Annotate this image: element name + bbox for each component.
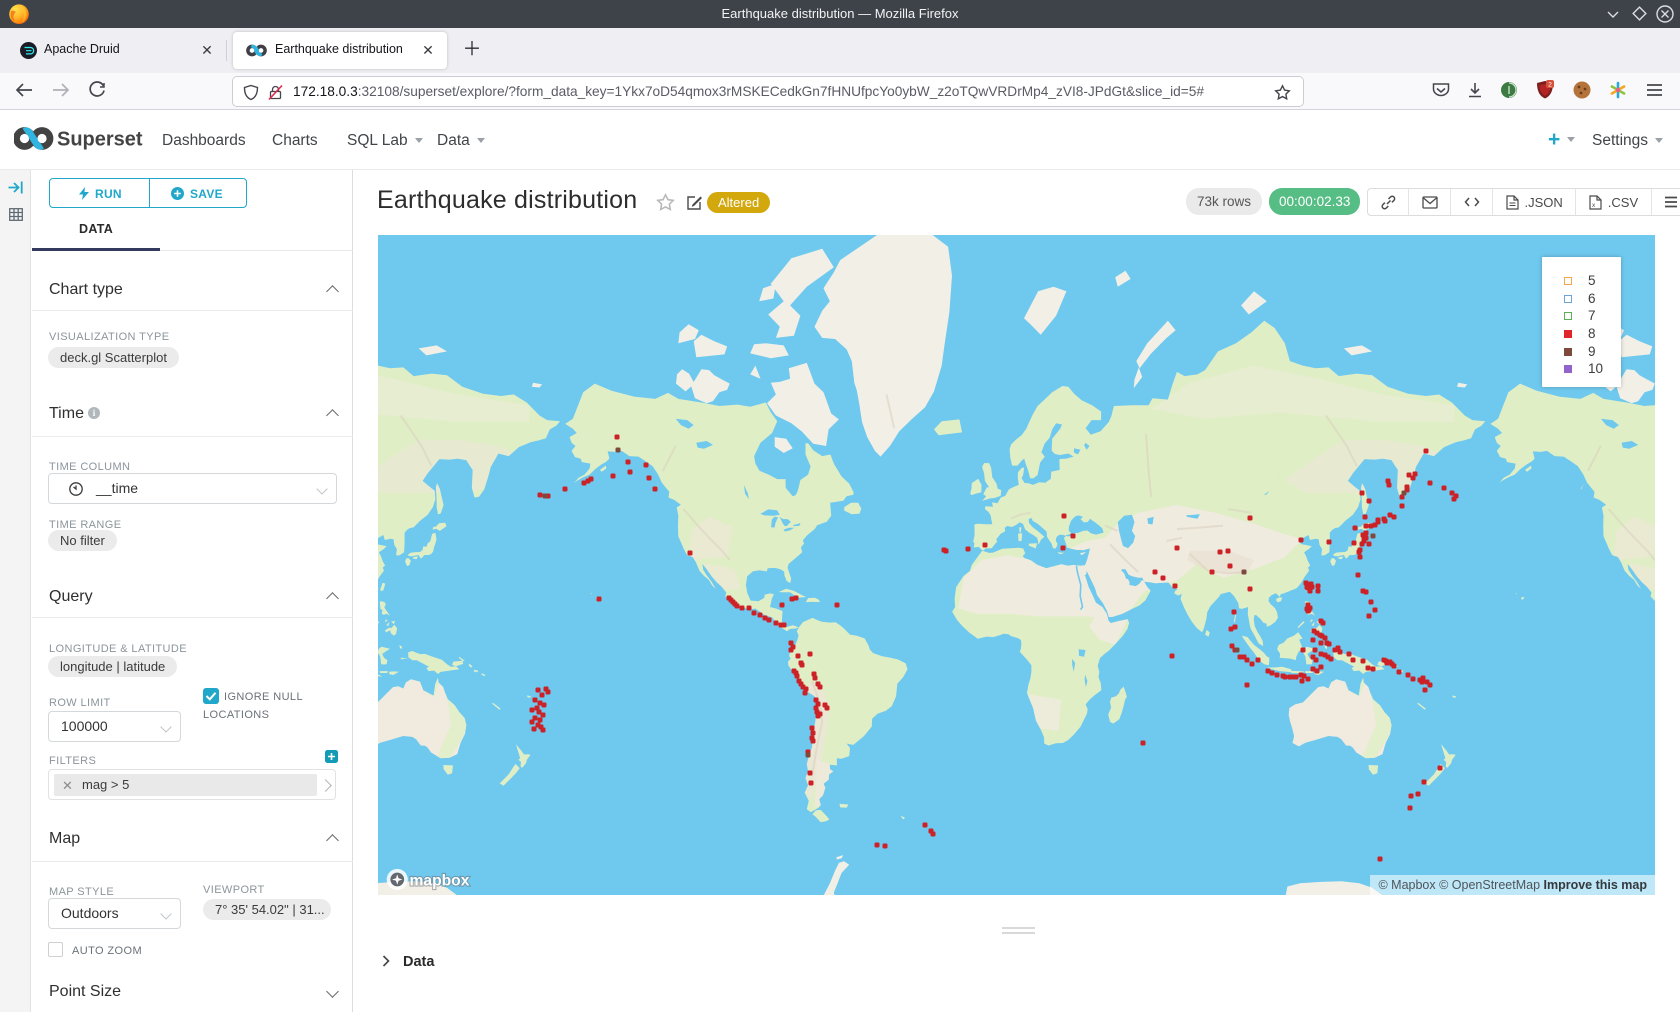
svg-text:mapbox: mapbox (409, 872, 469, 889)
svg-text:x: x (1592, 202, 1596, 209)
svg-text:Superset: Superset (57, 129, 143, 151)
svg-text:2: 2 (1548, 82, 1552, 89)
